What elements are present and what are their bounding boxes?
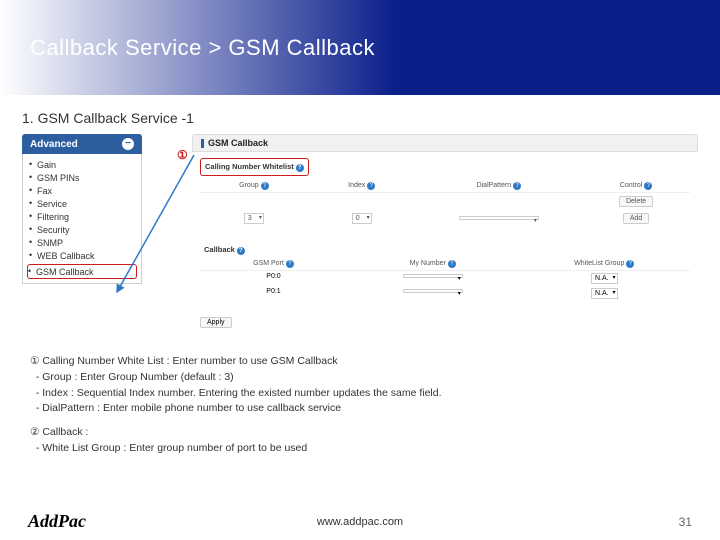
add-button[interactable]: Add [623,213,649,224]
wlg-select-0[interactable]: N.A. [591,273,618,284]
sidebar-item-gain[interactable]: Gain [29,158,135,171]
explain-line-3: - Index : Sequential Index number. Enter… [36,387,442,399]
whitelist-label: Calling Number Whitelist [205,162,294,171]
col-gsm-port: GSM Port? [200,260,347,268]
sidebar-body: Gain GSM PINs Fax Service Filtering Secu… [22,154,142,284]
sidebar-item-security[interactable]: Security [29,223,135,236]
help-icon[interactable]: ? [626,260,634,268]
explain-line-5: ② Callback : [30,425,88,441]
explain-line-2: - Group : Enter Group Number (default : … [36,371,234,383]
page-number: 31 [679,515,692,529]
breadcrumb-title: Callback Service > GSM Callback [30,35,375,61]
mynumber-input-1[interactable] [403,289,463,293]
sidebar-item-gsm-pins[interactable]: GSM PINs [29,171,135,184]
mynumber-input-0[interactable] [403,274,463,278]
apply-button[interactable]: Apply [200,317,232,328]
col-my-number: My Number? [347,260,519,268]
sidebar-item-snmp[interactable]: SNMP [29,236,135,249]
explanation-block: ① Calling Number White List : Enter numb… [30,354,690,457]
sidebar-item-web-callback[interactable]: WEB Callback [29,249,135,262]
sidebar-header[interactable]: Advanced − [22,134,142,154]
help-icon[interactable]: ? [286,260,294,268]
whitelist-input-row: 3 0 Add [200,210,690,227]
explain-line-6: - White List Group : Enter group number … [36,442,307,454]
page-header: Callback Service > GSM Callback [0,0,720,95]
sidebar-item-gsm-callback[interactable]: GSM Callback [27,264,137,279]
explain-line-4: - DialPattern : Enter mobile phone numbe… [36,402,341,414]
delete-button[interactable]: Delete [619,196,653,207]
port-value: P0:0 [200,273,347,284]
callback-row-1: P0:1 N.A. [200,286,690,301]
col-dialpattern: DialPattern? [416,182,583,190]
help-icon[interactable]: ? [513,182,521,190]
index-select[interactable]: 0 [352,213,372,224]
port-value: P0:1 [200,288,347,299]
sidebar-item-service[interactable]: Service [29,197,135,210]
sidebar-item-filtering[interactable]: Filtering [29,210,135,223]
panel-title-text: GSM Callback [208,138,268,148]
page-footer: AddPac www.addpac.com 31 [0,511,720,532]
whitelist-btn-row: Delete [200,193,690,210]
help-icon[interactable]: ? [261,182,269,190]
panel-title: GSM Callback [192,134,698,152]
callback-header-row: GSM Port? My Number? WhiteList Group? [200,258,690,271]
callout-1: ① [177,148,188,162]
col-index: Index? [308,182,416,190]
help-icon[interactable]: ? [296,164,304,172]
whitelist-section-title: Calling Number Whitelist? [200,158,309,176]
help-icon[interactable]: ? [644,182,652,190]
callback-section: Callback? GSM Port? My Number? WhiteList… [200,239,690,301]
wlg-select-1[interactable]: N.A. [591,288,618,299]
col-group: Group? [200,182,308,190]
col-whitelist-group: WhiteList Group? [519,260,691,268]
config-panel: GSM Callback Calling Number Whitelist? G… [192,134,698,333]
whitelist-header-row: Group? Index? DialPattern? Control? [200,180,690,193]
help-icon[interactable]: ? [237,247,245,255]
sidebar-title: Advanced [30,139,78,150]
col-control: Control? [582,182,690,190]
help-icon[interactable]: ? [367,182,375,190]
screenshot-area: Advanced − Gain GSM PINs Fax Service Fil… [22,134,698,344]
sidebar-item-fax[interactable]: Fax [29,184,135,197]
logo: AddPac [28,511,86,532]
group-select[interactable]: 3 [244,213,264,224]
callback-row-0: P0:0 N.A. [200,271,690,286]
site-url: www.addpac.com [317,516,403,528]
help-icon[interactable]: ? [448,260,456,268]
explain-line-1: ① Calling Number White List : Enter numb… [30,354,338,370]
callback-section-title: Callback? [200,242,249,258]
sidebar-panel: Advanced − Gain GSM PINs Fax Service Fil… [22,134,142,284]
apply-row: Apply [200,311,690,329]
sub-heading: 1. GSM Callback Service -1 [22,110,720,126]
dialpattern-input[interactable] [459,216,539,220]
collapse-icon[interactable]: − [122,138,134,150]
